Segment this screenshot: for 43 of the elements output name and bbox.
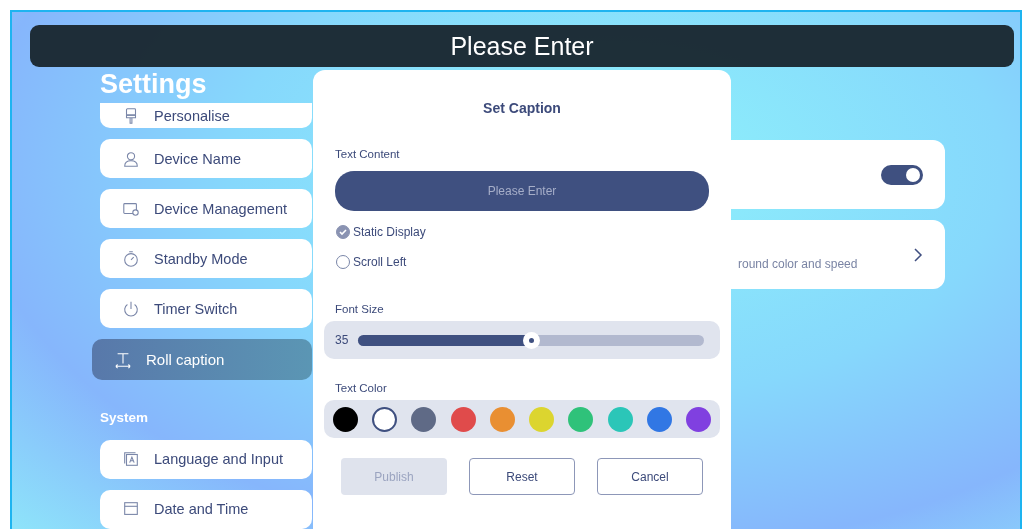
color-swatch[interactable]: [372, 406, 398, 432]
color-swatch[interactable]: [607, 406, 633, 432]
field-label: Font Size: [335, 303, 384, 315]
settings-menu-item[interactable]: Personalise: [100, 103, 312, 129]
radio-button[interactable]: [336, 225, 350, 239]
settings-menu-item[interactable]: Device Name: [100, 139, 312, 179]
color-swatch[interactable]: [529, 406, 555, 432]
display-mode-option[interactable]: Static Display: [336, 225, 426, 239]
input-prompt-banner: Please Enter: [30, 25, 1014, 67]
radio-button[interactable]: [336, 255, 350, 269]
color-swatch[interactable]: [333, 406, 358, 432]
settings-menu-item[interactable]: Device Management: [100, 189, 312, 229]
settings-menu-item[interactable]: Date and Time: [100, 489, 312, 529]
person-icon: [122, 149, 140, 168]
power-icon: [122, 299, 140, 318]
color-swatch[interactable]: [568, 406, 594, 432]
dialog-title: Set Caption: [483, 100, 561, 116]
color-swatch[interactable]: [646, 406, 672, 432]
dialog-button[interactable]: Reset: [469, 458, 575, 495]
settings-menu-item[interactable]: Standby Mode: [100, 239, 312, 279]
display-mode-option[interactable]: Scroll Left: [336, 255, 407, 269]
settings-menu-item[interactable]: Language and Input: [100, 439, 312, 479]
color-swatch[interactable]: [685, 406, 711, 432]
text-input-field[interactable]: Please Enter: [335, 171, 709, 211]
toggle-switch[interactable]: [881, 164, 923, 185]
language-icon: [122, 450, 140, 469]
dialog-button[interactable]: Cancel: [597, 458, 703, 495]
setting-description: round color and speed: [738, 256, 858, 271]
settings-menu-item[interactable]: Timer Switch: [100, 289, 312, 329]
check-icon: [338, 227, 348, 237]
color-swatch[interactable]: [489, 406, 515, 432]
settings-menu-item[interactable]: Roll caption: [92, 339, 312, 381]
field-label: Text Color: [335, 382, 387, 394]
chevron-right-icon: [913, 246, 923, 263]
field-label: Text Content: [335, 148, 400, 160]
font-size-value: 35: [335, 333, 349, 347]
color-swatch[interactable]: [411, 406, 437, 432]
timer-icon: [122, 249, 140, 268]
font-size-slider[interactable]: [358, 334, 704, 346]
caption-icon: [114, 350, 132, 369]
section-header: System: [100, 410, 150, 428]
color-swatch[interactable]: [450, 406, 476, 432]
settings-title: Settings: [100, 68, 208, 100]
